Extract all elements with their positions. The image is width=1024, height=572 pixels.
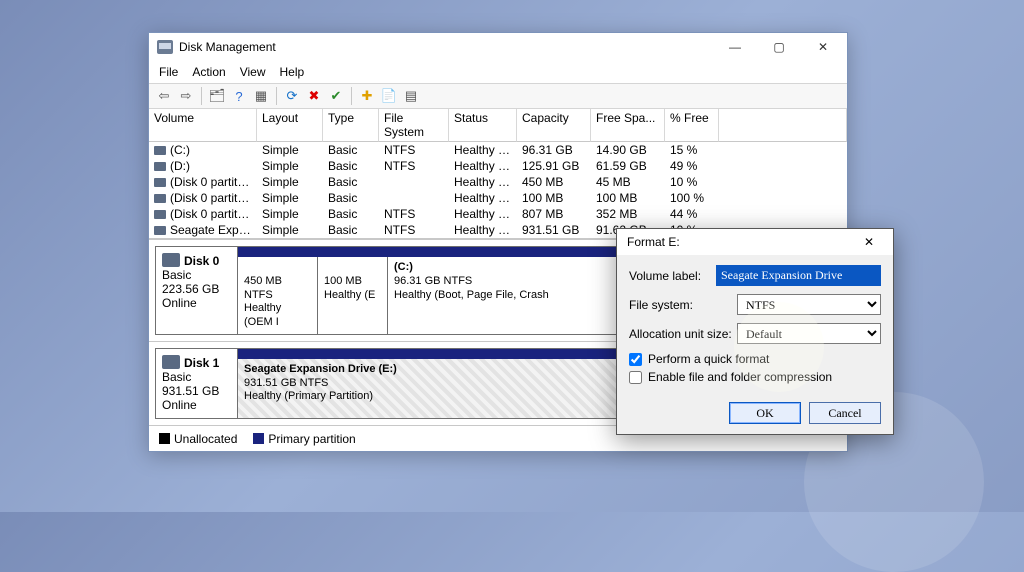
disk0-title: Disk 0 [184,254,219,268]
disk0-label[interactable]: Disk 0 Basic 223.56 GB Online [155,246,238,335]
menu-view[interactable]: View [240,65,266,79]
dialog-buttons: OK Cancel [617,392,893,434]
partition-size: 931.51 GB NTFS [244,377,328,389]
quick-format-label: Perform a quick format [648,352,769,366]
list-icon[interactable]: ▤ [402,87,420,105]
menu-help[interactable]: Help [280,65,305,79]
table-row[interactable]: (D:)SimpleBasicNTFSHealthy (P...125.91 G… [149,158,847,174]
allocation-unit-label: Allocation unit size: [629,327,737,341]
close-button[interactable]: ✕ [801,33,845,61]
col-free[interactable]: Free Spa... [591,109,665,142]
new-icon[interactable]: ✚ [358,87,376,105]
table-row[interactable]: (C:)SimpleBasicNTFSHealthy (B...96.31 GB… [149,142,847,158]
disk0-state: Online [162,296,197,310]
col-fs[interactable]: File System [379,109,449,142]
disk-icon [162,355,180,369]
disk1-size: 931.51 GB [162,384,219,398]
window-title: Disk Management [179,40,713,54]
table-row[interactable]: (Disk 0 partition 1)SimpleBasicHealthy (… [149,174,847,190]
separator [276,87,277,105]
format-dialog: Format E: ✕ Volume label: File system: N… [616,228,894,435]
toolbar: ⇦ ⇨ 🗂 ? ▦ ⟳ ✖ ✔ ✚ 📄 ▤ [149,83,847,109]
dialog-titlebar[interactable]: Format E: ✕ [617,229,893,255]
dialog-close-button[interactable]: ✕ [849,229,889,255]
compression-check[interactable]: Enable file and folder compression [629,370,881,384]
disk0-partition[interactable]: 450 MB NTFSHealthy (OEM I [238,257,318,334]
view-icon[interactable]: 🗂 [208,87,226,105]
separator [201,87,202,105]
compression-label: Enable file and folder compression [648,370,832,384]
ok-button[interactable]: OK [729,402,801,424]
refresh-icon[interactable]: ⟳ [283,87,301,105]
disk1-state: Online [162,398,197,412]
file-system-select[interactable]: NTFS [737,294,881,315]
disk0-type: Basic [162,268,191,282]
partition-name: Seagate Expansion Drive (E:) [244,363,397,375]
legend-unallocated: Unallocated [159,432,237,446]
menu-action[interactable]: Action [192,65,225,79]
swatch-blue [253,433,264,444]
dialog-body: Volume label: File system: NTFS Allocati… [617,255,893,392]
disk1-label[interactable]: Disk 1 Basic 931.51 GB Online [155,348,238,419]
col-layout[interactable]: Layout [257,109,323,142]
cancel-button[interactable]: Cancel [809,402,881,424]
col-pct[interactable]: % Free [665,109,719,142]
partition-status: Healthy (Primary Partition) [244,390,373,402]
app-icon [157,40,173,54]
disk0-size: 223.56 GB [162,282,219,296]
minimize-button[interactable]: — [713,33,757,61]
disk1-header-bar [238,349,840,359]
col-status[interactable]: Status [449,109,517,142]
titlebar[interactable]: Disk Management — ▢ ✕ [149,33,847,61]
file-system-label: File system: [629,298,737,312]
forward-icon[interactable]: ⇨ [177,87,195,105]
check-icon[interactable]: ✔ [327,87,345,105]
allocation-unit-select[interactable]: Default [737,323,881,344]
menu-file[interactable]: File [159,65,178,79]
maximize-button[interactable]: ▢ [757,33,801,61]
legend-primary: Primary partition [253,432,355,446]
quick-format-checkbox[interactable] [629,353,642,366]
disk0-partition[interactable]: 100 MBHealthy (E [318,257,388,334]
volume-list: Volume Layout Type File System Status Ca… [149,109,847,239]
volume-label-input[interactable] [716,265,881,286]
col-capacity[interactable]: Capacity [517,109,591,142]
disk1-title: Disk 1 [184,356,219,370]
column-headers[interactable]: Volume Layout Type File System Status Ca… [149,109,847,142]
disk-icon [162,253,180,267]
table-row[interactable]: (Disk 0 partition 2)SimpleBasicHealthy (… [149,190,847,206]
swatch-black [159,433,170,444]
compression-checkbox[interactable] [629,371,642,384]
menubar: File Action View Help [149,61,847,83]
col-type[interactable]: Type [323,109,379,142]
delete-icon[interactable]: ✖ [305,87,323,105]
col-spacer [719,109,847,142]
volume-label-label: Volume label: [629,269,716,283]
quick-format-check[interactable]: Perform a quick format [629,352,881,366]
properties-icon[interactable]: 📄 [380,87,398,105]
separator [351,87,352,105]
table-row[interactable]: (Disk 0 partition 5)SimpleBasicNTFSHealt… [149,206,847,222]
table-icon[interactable]: ▦ [252,87,270,105]
help-icon[interactable]: ? [230,87,248,105]
back-icon[interactable]: ⇦ [155,87,173,105]
disk1-type: Basic [162,370,191,384]
col-volume[interactable]: Volume [149,109,257,142]
dialog-title: Format E: [627,235,849,249]
